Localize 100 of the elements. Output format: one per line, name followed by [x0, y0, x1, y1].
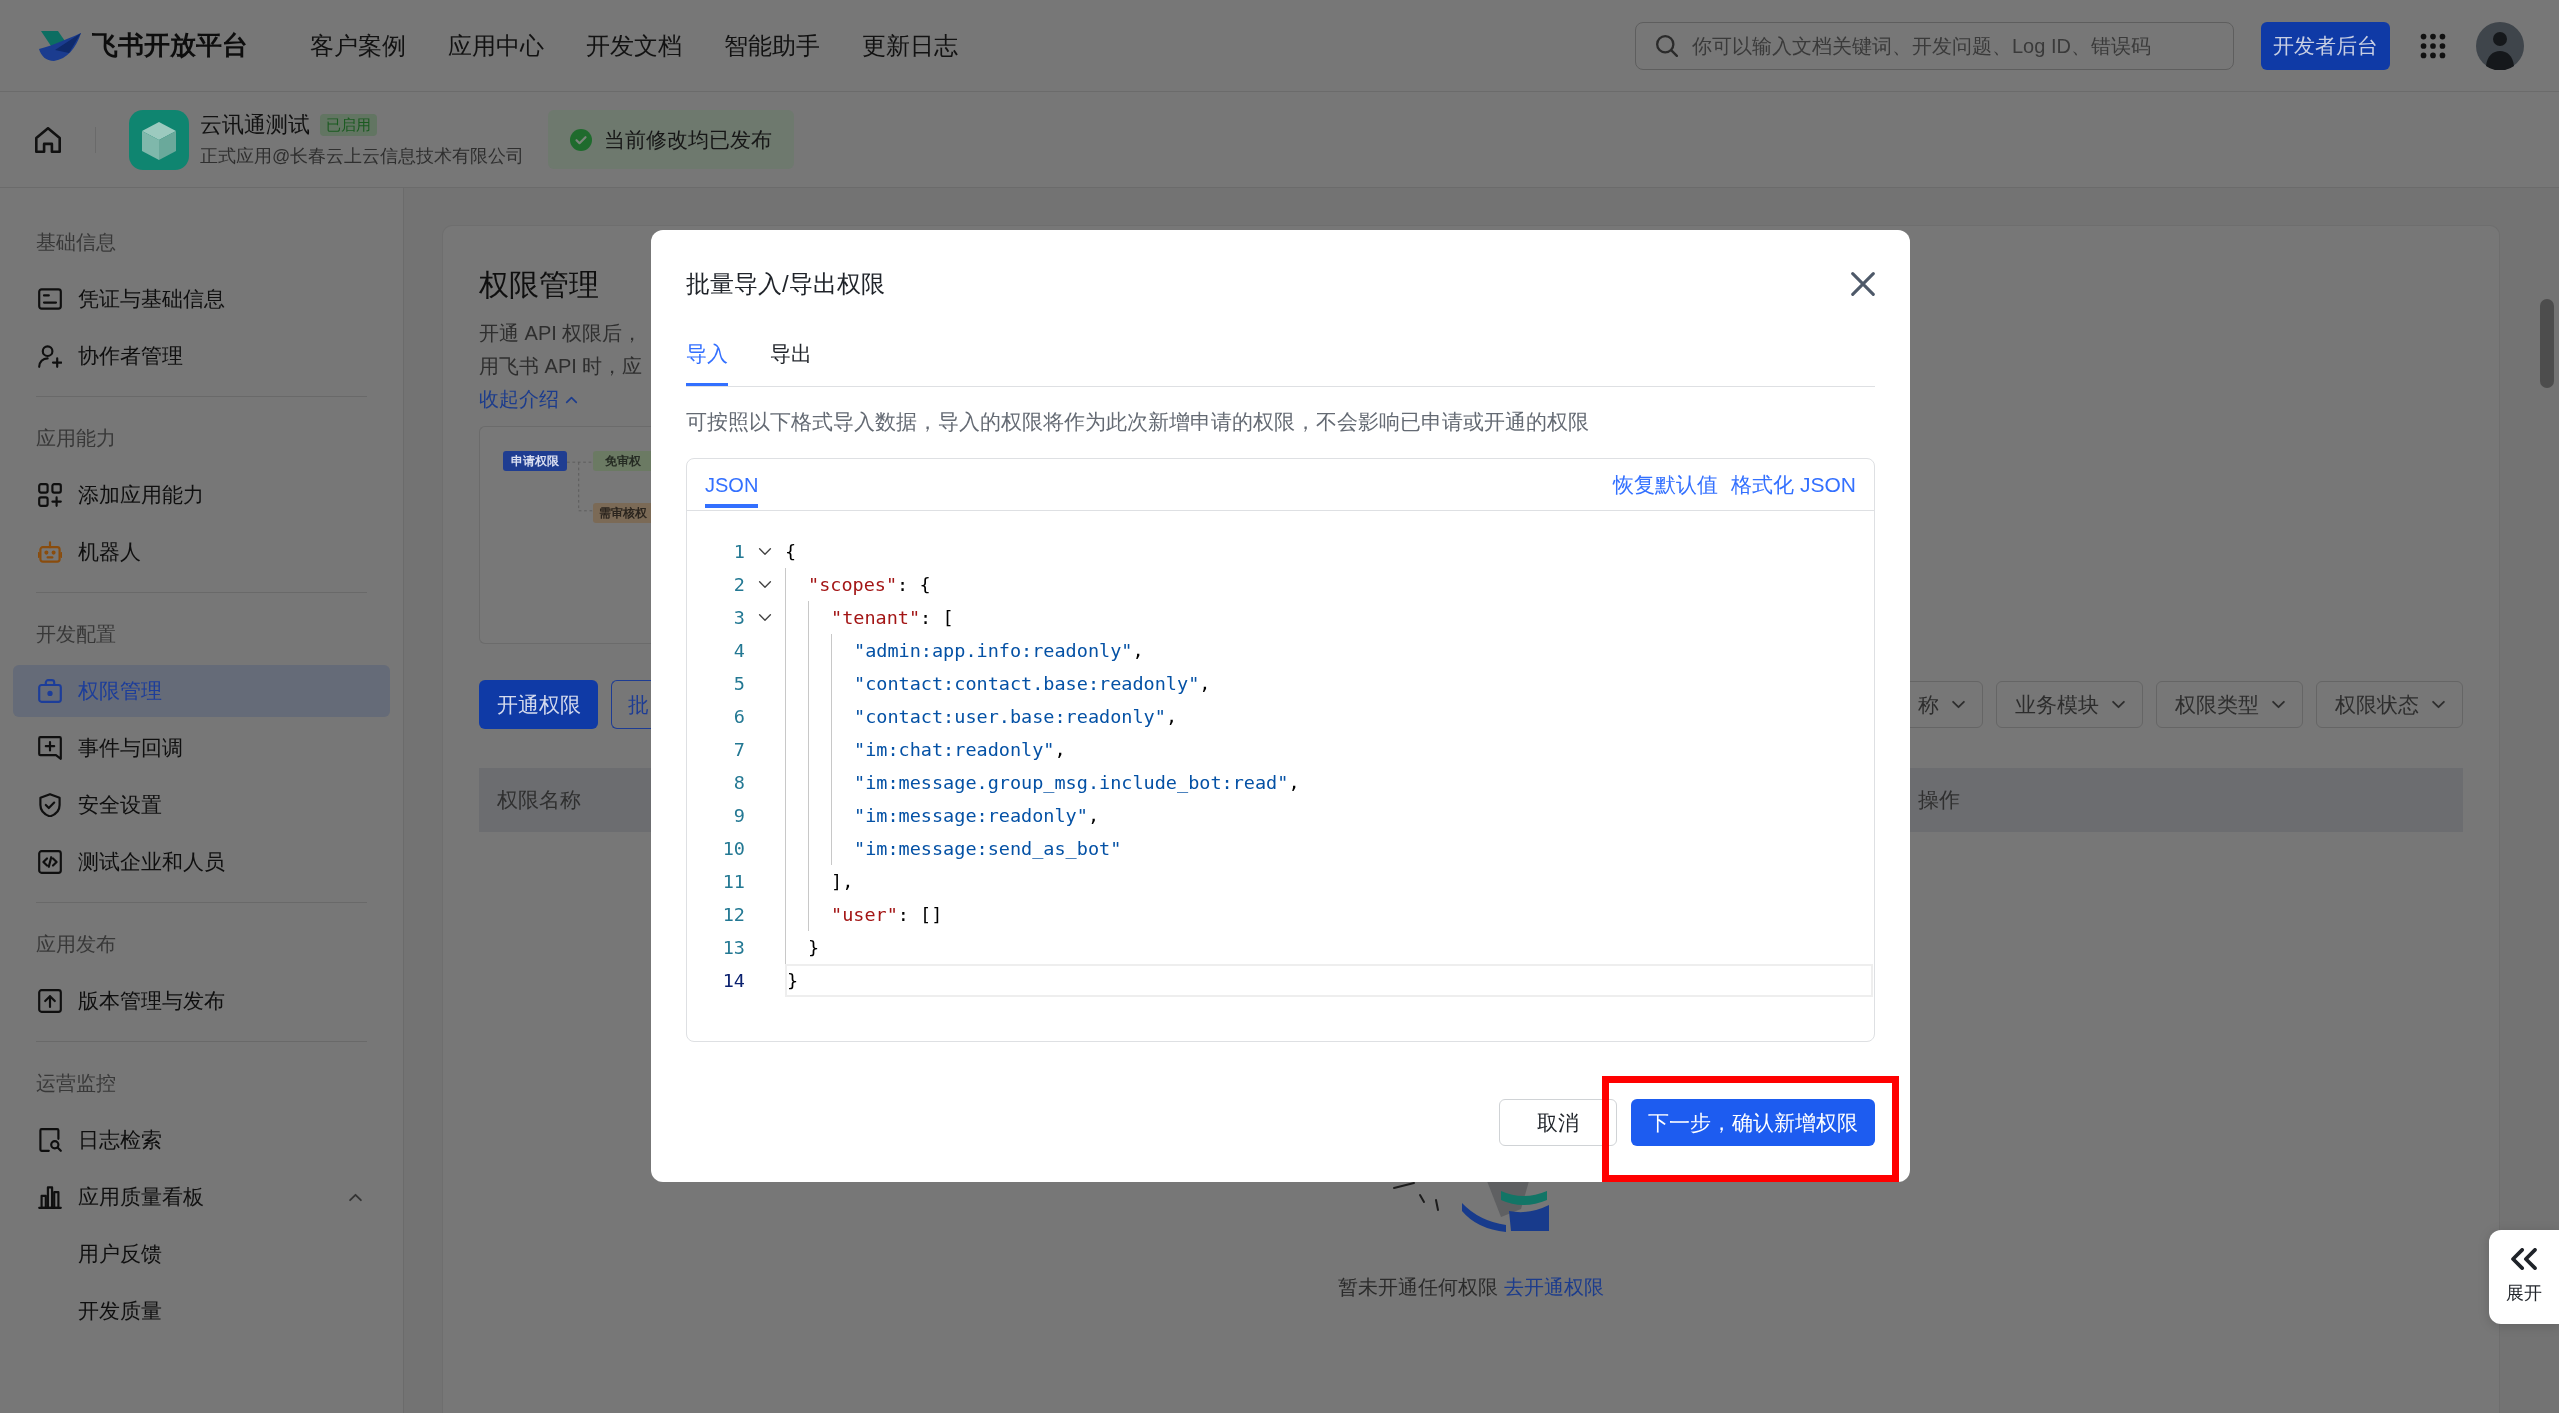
chevron-up-icon — [565, 395, 578, 404]
sidebar-item[interactable]: 日志检索 — [13, 1114, 390, 1166]
code-line: "admin:app.info:readonly", — [854, 638, 1144, 663]
code-line: "im:message:readonly", — [854, 803, 1100, 828]
search-icon — [1656, 34, 1678, 57]
line-number: 7 — [733, 737, 745, 762]
status-badge: 已启用 — [320, 114, 377, 136]
app-grid-icon[interactable] — [2420, 32, 2446, 59]
briefcase-icon — [38, 679, 62, 703]
developer-console-button[interactable]: 开发者后台 — [2261, 21, 2390, 70]
line-number: 2 — [733, 572, 745, 597]
code-line: "im:message:send_as_bot" — [854, 836, 1122, 861]
import-hint: 可按照以下格式导入数据，导入的权限将作为此次新增申请的权限，不会影响已申请或开通的权限 — [686, 409, 1590, 435]
home-icon[interactable] — [35, 126, 61, 153]
filter-dropdown[interactable]: 权限状态 — [2316, 681, 2463, 728]
line-number: 10 — [722, 836, 745, 861]
close-icon[interactable] — [1851, 272, 1875, 296]
code-line: "user": [] — [831, 902, 943, 927]
dialog-button[interactable]: 下一步，确认新增权限 — [1631, 1099, 1875, 1146]
diagram-node: 申请权限 — [503, 451, 567, 471]
dialog-tab[interactable]: 导入 — [686, 339, 728, 386]
expand-button[interactable]: 展开 — [2489, 1230, 2559, 1324]
sidebar-item[interactable]: 凭证与基础信息 — [13, 273, 390, 325]
line-number: 14 — [722, 968, 745, 993]
logo-icon[interactable] — [38, 28, 82, 63]
empty-state-text: 暂未开通任何权限 — [1338, 1275, 1498, 1300]
upload-square-icon — [38, 989, 62, 1013]
table-header-cell: 权限名称 — [497, 788, 581, 812]
code-line: } — [808, 935, 820, 960]
chevrons-left-icon — [2511, 1247, 2537, 1270]
chevron-down-icon — [2431, 700, 2446, 709]
app-name: 云讯通测试 — [200, 111, 310, 139]
filter-dropdown[interactable]: 权限类型 — [2156, 681, 2303, 728]
code-line: "tenant": [ — [831, 605, 954, 630]
editor-action-link[interactable]: 恢复默认值 — [1613, 468, 1719, 501]
publish-notice: 当前修改均已发布 — [548, 110, 795, 169]
line-number: 5 — [733, 671, 745, 696]
sidebar-item[interactable]: 测试企业和人员 — [13, 836, 390, 888]
collapse-intro-link[interactable]: 收起介绍 — [479, 383, 578, 416]
search-field[interactable]: 你可以输入文档关键词、开发问题、Log ID、错误码 — [1635, 21, 2234, 70]
apps-plus-icon — [38, 483, 62, 507]
editor-tab[interactable]: JSON — [705, 471, 759, 508]
sidebar-item[interactable]: 版本管理与发布 — [13, 975, 390, 1027]
chevron-up-icon[interactable] — [348, 1192, 363, 1202]
shield-check-icon — [38, 793, 62, 817]
sidebar-item[interactable]: 开发质量 — [13, 1285, 390, 1337]
nav-link[interactable]: 更新日志 — [862, 27, 958, 64]
code-line: ], — [831, 869, 854, 894]
bar-chart-icon — [38, 1185, 62, 1209]
toolbar-button[interactable]: 开通权限 — [479, 680, 598, 729]
open-permission-link[interactable]: 去开通权限 — [1504, 1272, 1604, 1302]
user-plus-icon — [38, 344, 62, 368]
sidebar-item[interactable]: 事件与回调 — [13, 722, 390, 774]
nav-link[interactable]: 开发文档 — [586, 27, 682, 64]
nav-link[interactable]: 客户案例 — [310, 27, 406, 64]
nav-link[interactable]: 智能助手 — [724, 27, 820, 64]
sidebar-item[interactable]: 应用质量看板 — [13, 1171, 390, 1223]
section-heading: 开发配置 — [36, 622, 116, 647]
dialog-button[interactable]: 取消 — [1499, 1099, 1617, 1146]
file-search-icon — [38, 1128, 62, 1152]
line-number: 9 — [733, 803, 745, 828]
chevron-down-icon — [1951, 700, 1966, 709]
fold-chevron-icon[interactable] — [757, 580, 773, 589]
diagram-node: 免审权 — [593, 451, 652, 471]
robot-icon — [38, 540, 62, 564]
section-heading: 基础信息 — [36, 230, 116, 255]
code-line: "contact:user.base:readonly", — [854, 704, 1177, 729]
diagram-node: 需审核权 — [593, 503, 652, 523]
line-number: 4 — [733, 638, 745, 663]
sidebar-item[interactable]: 添加应用能力 — [13, 469, 390, 521]
code-square-icon — [38, 850, 62, 874]
code-line: { — [785, 539, 797, 564]
message-plus-icon — [38, 736, 62, 760]
nav-link[interactable]: 应用中心 — [448, 27, 544, 64]
app-icon — [129, 109, 189, 170]
section-heading: 应用能力 — [36, 426, 116, 451]
avatar[interactable] — [2476, 21, 2524, 70]
fold-chevron-icon[interactable] — [757, 613, 773, 622]
line-number: 1 — [733, 539, 745, 564]
card-icon — [38, 287, 62, 311]
dialog-tab[interactable]: 导出 — [770, 339, 812, 386]
line-number: 13 — [722, 935, 745, 960]
line-number: 3 — [733, 605, 745, 630]
sidebar-item[interactable]: 安全设置 — [13, 779, 390, 831]
sidebar-item[interactable]: 用户反馈 — [13, 1228, 390, 1280]
editor-action-link[interactable]: 格式化 JSON — [1731, 468, 1856, 501]
code-line: "im:chat:readonly", — [854, 737, 1066, 762]
fold-chevron-icon[interactable] — [757, 547, 773, 556]
description-text: 开通 API 权限后， — [479, 321, 643, 346]
line-number: 11 — [722, 869, 745, 894]
sidebar-item[interactable]: 协作者管理 — [13, 330, 390, 382]
page-title: 权限管理 — [479, 267, 599, 303]
check-circle-icon — [570, 128, 593, 151]
sidebar-item[interactable]: 机器人 — [13, 526, 390, 578]
logo-text[interactable]: 飞书开放平台 — [92, 26, 248, 65]
dialog-title: 批量导入/导出权限 — [686, 269, 885, 299]
description-text: 用飞书 API 时，应 — [479, 354, 643, 379]
filter-dropdown[interactable]: 业务模块 — [1996, 681, 2143, 728]
line-number: 12 — [722, 902, 745, 927]
scrollbar-thumb[interactable] — [2540, 299, 2554, 388]
